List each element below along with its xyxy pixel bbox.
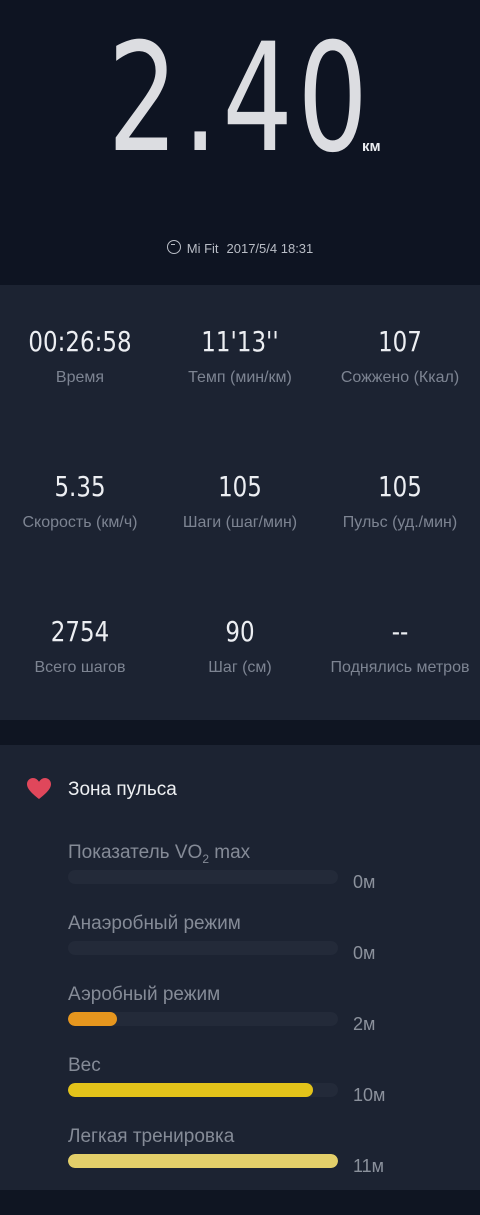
stat-label: Всего шагов <box>34 659 126 676</box>
workout-source: Mi Fit 2017/5/4 18:31 <box>0 240 480 256</box>
zone-bar-track <box>68 941 338 955</box>
zone-label: Вес <box>68 1055 101 1076</box>
distance-value: 2.40 <box>107 12 373 186</box>
zone-bar-fill <box>68 1154 338 1168</box>
zone-time: 2м <box>353 1014 376 1034</box>
zone-bar-track <box>68 1154 338 1168</box>
zone-vo2max: Показатель VO2 max 0м <box>68 842 468 902</box>
stat-value: 105 <box>218 470 262 503</box>
stat-value: 11'13'' <box>201 325 279 358</box>
stat-speed: 5.35 Скорость (км/ч) <box>0 470 160 532</box>
stat-value: 2754 <box>50 615 110 648</box>
workout-datetime: 2017/5/4 18:31 <box>226 241 314 256</box>
zone-time: 11м <box>353 1156 385 1176</box>
zone-weight: Вес 10м <box>68 1055 468 1115</box>
stat-label: Сожжено (Ккал) <box>340 369 460 386</box>
stat-duration: 00:26:58 Время <box>0 325 160 387</box>
heart-rate-zones-title: Зона пульса <box>68 779 177 800</box>
heart-icon <box>27 778 51 799</box>
stat-value: 00:26:58 <box>28 325 132 358</box>
distance-display: 2.40 <box>0 14 480 184</box>
zone-aerobic: Аэробный режим 2м <box>68 984 468 1044</box>
zone-label: Анаэробный режим <box>68 913 241 934</box>
zone-time: 10м <box>353 1085 386 1105</box>
zone-time: 0м <box>353 872 376 892</box>
zone-label: Легкая тренировка <box>68 1126 235 1147</box>
stat-value: 90 <box>225 615 255 648</box>
zone-bar-fill <box>68 1083 314 1097</box>
stat-total-steps: 2754 Всего шагов <box>0 615 160 677</box>
zone-bar-track <box>68 1083 338 1097</box>
stat-label: Поднялись метров <box>330 659 470 676</box>
zone-label: Показатель VO2 max <box>68 842 251 866</box>
stat-pace: 11'13'' Темп (мин/км) <box>160 325 320 387</box>
stat-value: -- <box>391 615 409 648</box>
zone-bar-track <box>68 1012 338 1026</box>
mi-logo-icon <box>166 240 181 254</box>
workout-stats-grid: 00:26:58 Время 11'13'' Темп (мин/км) 107… <box>0 285 480 720</box>
stat-cadence: 105 Шаги (шаг/мин) <box>160 470 320 532</box>
stat-calories: 107 Сожжено (Ккал) <box>320 325 480 387</box>
stat-label: Пульс (уд./мин) <box>342 514 458 531</box>
workout-summary-header: 2.40 км Mi Fit 2017/5/4 18:31 <box>0 0 480 285</box>
stat-label: Темп (мин/км) <box>188 369 292 386</box>
stat-elevation-gain: -- Поднялись метров <box>320 615 480 677</box>
bottom-background <box>0 1190 480 1215</box>
heart-rate-zones-card: Зона пульса Показатель VO2 max 0м Анаэро… <box>0 745 480 1190</box>
stat-value: 107 <box>378 325 422 358</box>
stat-value: 5.35 <box>54 470 106 503</box>
stat-label: Скорость (км/ч) <box>22 514 138 531</box>
zone-label: Аэробный режим <box>68 984 221 1005</box>
source-app-name: Mi Fit <box>186 241 219 256</box>
stat-value: 105 <box>378 470 422 503</box>
stat-label: Шаг (см) <box>208 659 272 676</box>
stat-stride: 90 Шаг (см) <box>160 615 320 677</box>
stat-heart-rate: 105 Пульс (уд./мин) <box>320 470 480 532</box>
distance-unit: км <box>362 138 381 155</box>
zone-time: 0м <box>353 943 376 963</box>
zone-bar-fill <box>68 1012 118 1026</box>
stat-label: Шаги (шаг/мин) <box>182 514 298 531</box>
zone-bar-track <box>68 870 338 884</box>
stat-label: Время <box>55 369 105 386</box>
zone-anaerobic: Анаэробный режим 0м <box>68 913 468 973</box>
zone-light-training: Легкая тренировка 11м <box>68 1126 468 1186</box>
